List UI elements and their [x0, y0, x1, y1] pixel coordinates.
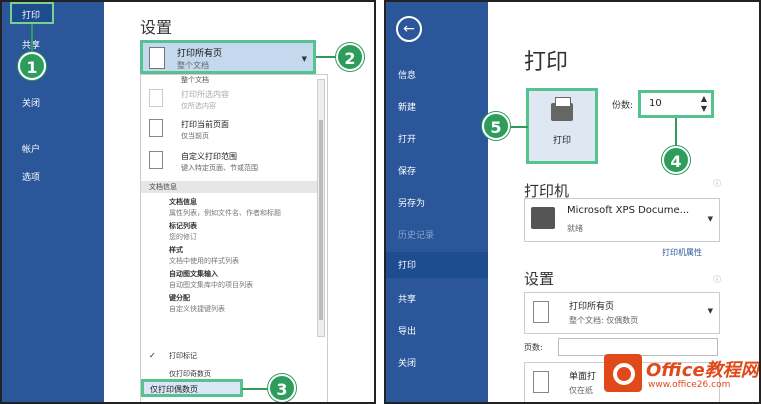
nav-item-export[interactable]: 导出 [398, 324, 416, 337]
menu-scrollbar[interactable] [317, 79, 325, 337]
print-button-label: 打印 [552, 136, 571, 146]
scrollbar-thumb[interactable] [319, 120, 323, 320]
menu-item-even-pages[interactable]: 仅打印偶数页 [141, 379, 243, 397]
connector-line [316, 56, 338, 58]
menu-item-partial[interactable]: 整个文档 [181, 75, 209, 85]
logo-url: www.office26.com [648, 380, 731, 390]
office-logo-icon [604, 354, 642, 392]
chevron-down-icon: ▼ [301, 55, 307, 63]
chevron-down-icon: ▼ [707, 307, 713, 315]
print-scope-label: 打印所有页 [569, 302, 615, 312]
backstage-sidebar: 打印 共享 关闭 帐户 选项 [2, 2, 104, 402]
printer-properties-link[interactable]: 打印机属性 [662, 247, 702, 258]
menu-item-styles[interactable]: 样式 [169, 245, 183, 255]
nav-item-info[interactable]: 信息 [398, 68, 416, 81]
nav-item-print[interactable]: 打印 [10, 2, 54, 24]
print-scope-sub: 整个文档: 仅偶数页 [569, 316, 639, 325]
step-badge-2: 2 [336, 43, 364, 71]
info-icon[interactable]: ⓘ [713, 178, 721, 189]
menu-item-key-assign[interactable]: 键分配 [169, 293, 190, 303]
menu-item-current-page[interactable]: 打印当前页面 [181, 119, 229, 130]
nav-item-print[interactable]: 打印 [386, 252, 488, 278]
nav-item-save-as[interactable]: 另存为 [398, 196, 425, 209]
logo-wordmark: Office教程网 [646, 360, 759, 381]
nav-item-save[interactable]: 保存 [398, 164, 416, 177]
step-badge-4: 4 [662, 146, 690, 174]
page-icon [149, 119, 163, 137]
custom-range-icon [149, 151, 163, 169]
menu-item-print-markup[interactable]: 打印标记 [169, 351, 197, 361]
printer-status: 就绪 [567, 224, 583, 233]
page-icon [149, 89, 163, 107]
step-badge-3: 3 [268, 374, 296, 402]
menu-item-styles-sub: 文档中使用的样式列表 [169, 257, 239, 265]
back-arrow-icon[interactable]: ← [396, 16, 422, 42]
nav-item-close[interactable]: 关闭 [398, 356, 416, 369]
print-button[interactable]: 打印 [526, 88, 598, 164]
duplex-label: 单面打 [569, 372, 597, 382]
menu-item-markup-list-sub: 您的修订 [169, 233, 197, 241]
settings-title: 设置 [140, 18, 173, 37]
chevron-down-icon: ▼ [707, 215, 713, 223]
copies-spinner[interactable]: 10 ▲ ▼ [638, 90, 714, 118]
nav-item-close[interactable]: 关闭 [22, 96, 40, 109]
nav-item-open[interactable]: 打开 [398, 132, 416, 145]
printer-icon [551, 97, 573, 121]
menu-item-doc-info[interactable]: 文档信息 [169, 197, 197, 207]
nav-item-account[interactable]: 帐户 [22, 142, 40, 155]
connector-line [508, 126, 528, 128]
left-screenshot: 打印 共享 关闭 帐户 选项 1 设置 打印所有页 整个文档 ▼ 整个文档 打印… [0, 0, 376, 404]
step-badge-1: 1 [18, 52, 46, 80]
menu-item-autotext-sub: 自动图文集库中的项目列表 [169, 281, 253, 289]
connector-line [31, 24, 33, 54]
check-icon: ✓ [149, 351, 156, 360]
document-icon [149, 47, 165, 69]
step-badge-5: 5 [482, 112, 510, 140]
duplex-sub: 仅在纸 [569, 386, 593, 395]
copies-label: 份数: [612, 101, 634, 111]
print-settings-area: 设置 打印所有页 整个文档 ▼ 整个文档 打印所选内容 仅所选内容 打印当前页面… [104, 2, 374, 402]
print-scope-menu: 整个文档 打印所选内容 仅所选内容 打印当前页面 仅当前页 自定义打印范围 键入… [140, 74, 328, 402]
printer-dropdown[interactable]: Microsoft XPS Docume... 就绪 ▼ [524, 198, 720, 242]
print-scope-sub: 整个文档 [177, 61, 209, 70]
menu-item-key-assign-sub: 自定义快捷键列表 [169, 305, 225, 313]
menu-item-selection-sub: 仅所选内容 [181, 102, 216, 110]
pages-label: 页数: [524, 343, 543, 352]
page-title: 打印 [524, 50, 569, 75]
right-screenshot: ← 信息 新建 打开 保存 另存为 历史记录 打印 共享 导出 关闭 打印 打印… [384, 0, 761, 404]
spin-arrows-icon[interactable]: ▲ ▼ [701, 94, 707, 114]
menu-item-custom-range-sub: 键入特定页面、节或范围 [181, 164, 258, 172]
printer-icon [531, 207, 555, 229]
print-pane: 打印 打印 5 份数: 10 ▲ ▼ 4 打印机 ⓘ Microsoft XPS … [482, 2, 759, 402]
menu-item-current-page-sub: 仅当前页 [181, 132, 209, 140]
section-doc-info: 文档信息 [141, 181, 317, 193]
nav-item-new[interactable]: 新建 [398, 100, 416, 113]
print-scope-label: 打印所有页 [177, 49, 223, 59]
nav-item-history[interactable]: 历史记录 [398, 228, 434, 241]
print-scope-dropdown[interactable]: 打印所有页 整个文档 ▼ [140, 40, 316, 74]
connector-line [675, 118, 677, 148]
settings-heading: 设置 [524, 270, 555, 288]
menu-item-selection[interactable]: 打印所选内容 [181, 89, 229, 100]
printer-name: Microsoft XPS Docume... [567, 205, 690, 216]
document-icon [533, 371, 549, 393]
copies-value: 10 [649, 98, 662, 109]
menu-item-doc-info-sub: 属性列表，例如文件名、作者和标题 [169, 209, 281, 217]
print-scope-dropdown[interactable]: 打印所有页 整个文档: 仅偶数页 ▼ [524, 292, 720, 334]
watermark-logo: Office教程网 www.office26.com [604, 350, 759, 400]
menu-item-odd-pages[interactable]: 仅打印奇数页 [169, 369, 211, 379]
nav-item-share[interactable]: 共享 [398, 292, 416, 305]
menu-item-markup-list[interactable]: 标记列表 [169, 221, 197, 231]
nav-item-options[interactable]: 选项 [22, 170, 40, 183]
backstage-sidebar: ← 信息 新建 打开 保存 另存为 历史记录 打印 共享 导出 关闭 [386, 2, 488, 402]
menu-item-autotext[interactable]: 自动图文集输入 [169, 269, 218, 279]
menu-item-custom-range[interactable]: 自定义打印范围 [181, 151, 237, 162]
document-icon [533, 301, 549, 323]
connector-line [242, 388, 268, 390]
info-icon[interactable]: ⓘ [713, 274, 721, 285]
